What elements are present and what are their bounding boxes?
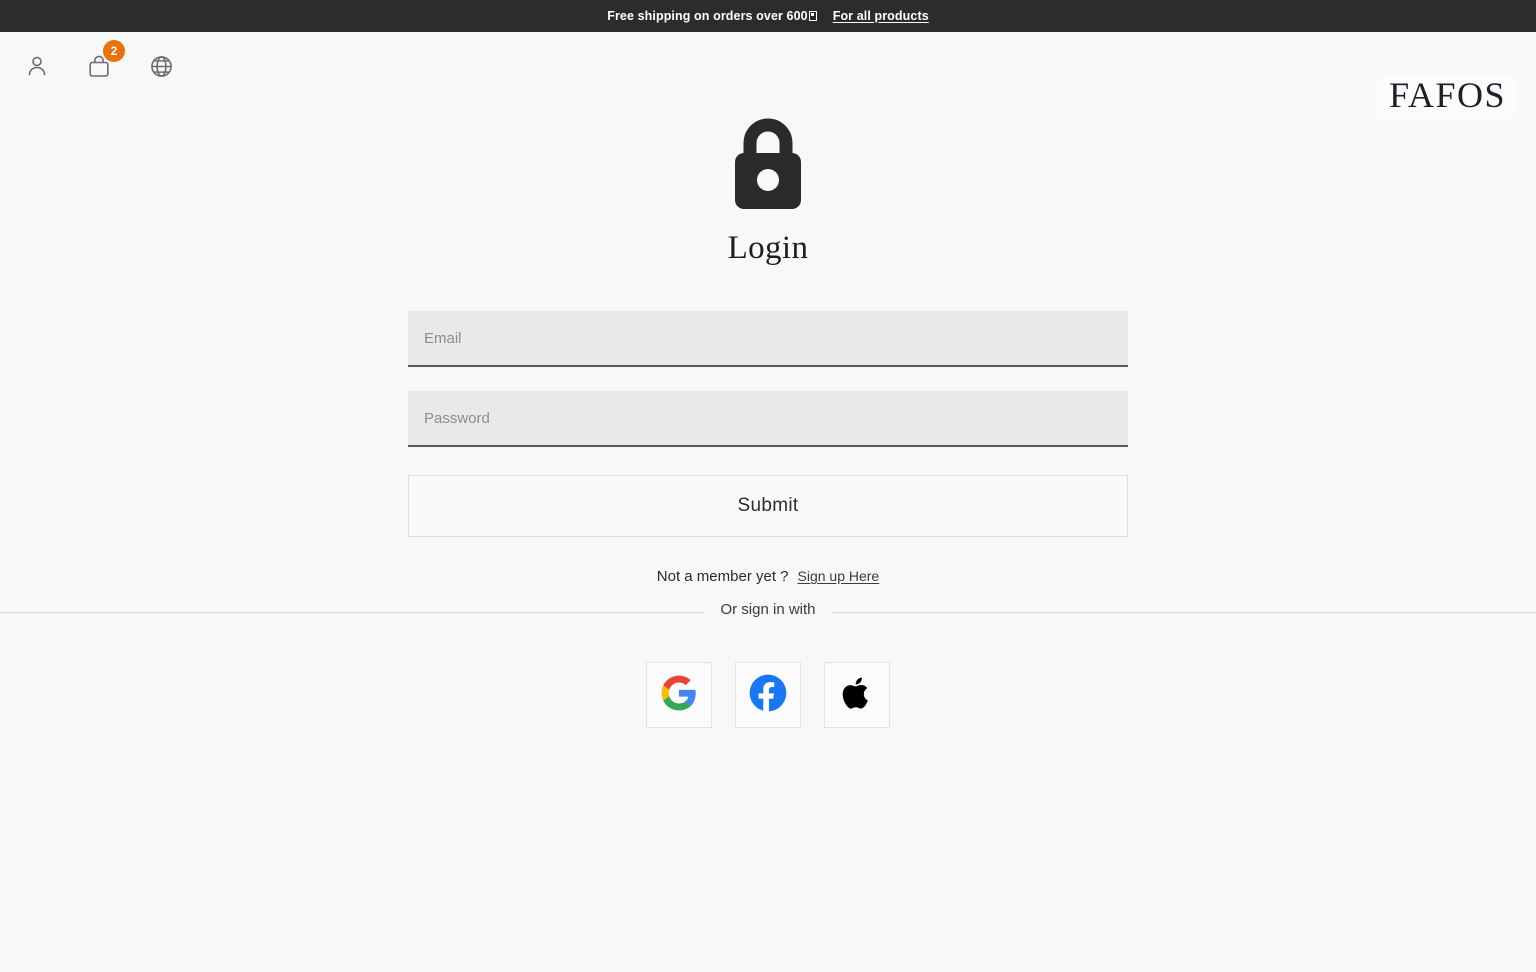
header-icon-group: 2 (22, 40, 176, 82)
google-signin-button[interactable] (646, 662, 712, 728)
currency-missing-glyph-icon (808, 11, 817, 21)
social-divider: Or sign in with (0, 601, 1536, 618)
announcement-text: Free shipping on orders over 600 (607, 9, 817, 23)
divider-label: Or sign in with (704, 601, 832, 618)
lock-icon (731, 116, 805, 218)
google-icon (660, 674, 698, 717)
globe-icon-button[interactable] (146, 50, 176, 82)
facebook-signin-button[interactable] (735, 662, 801, 728)
login-panel: Login Submit Not a member yet ? Sign up … (408, 100, 1128, 585)
cart-icon-button[interactable]: 2 (84, 40, 125, 82)
page-title: Login (727, 230, 809, 266)
apple-icon (839, 673, 875, 718)
apple-signin-button[interactable] (824, 662, 890, 728)
cart-badge: 2 (103, 40, 125, 62)
email-input[interactable] (408, 311, 1128, 367)
signup-prompt: Not a member yet ? (656, 568, 789, 585)
announcement-link[interactable]: For all products (833, 9, 929, 23)
account-icon-button[interactable] (22, 50, 52, 82)
account-icon (25, 54, 49, 78)
brand-logo[interactable]: FAFOS (1377, 74, 1518, 119)
social-login-row (0, 662, 1536, 728)
signup-link[interactable]: Sign up Here (798, 568, 880, 584)
announcement-bar: Free shipping on orders over 600 For all… (0, 0, 1536, 32)
signup-row: Not a member yet ? Sign up Here (657, 568, 879, 585)
site-header: 2 FAFOS (0, 32, 1536, 119)
password-input[interactable] (408, 391, 1128, 447)
facebook-icon (748, 673, 788, 718)
globe-icon (149, 54, 174, 79)
submit-button[interactable]: Submit (408, 475, 1128, 537)
